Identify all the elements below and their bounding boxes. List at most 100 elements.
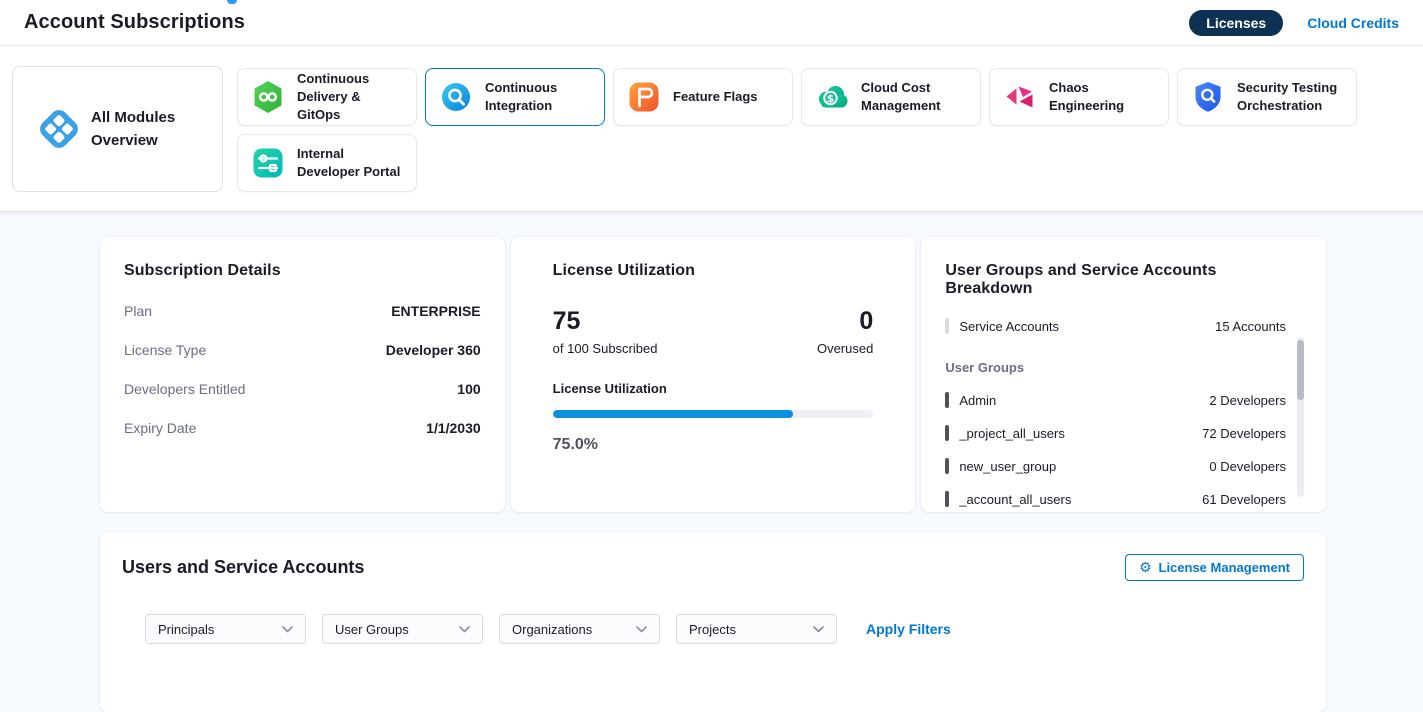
user-groups-heading: User Groups [945, 360, 1302, 375]
feature-flags-icon [626, 79, 662, 115]
user-group-marker [945, 458, 949, 474]
used-count: 75 [553, 308, 658, 336]
chevron-down-icon [813, 626, 824, 633]
license-utilization-card: License Utilization 75 of 100 Subscribed… [511, 237, 916, 512]
chevron-down-icon [636, 626, 647, 633]
users-section-title: Users and Service Accounts [122, 557, 364, 578]
utilization-percent: 75.0% [553, 436, 874, 454]
row-label: Plan [124, 303, 152, 319]
module-label: Security Testing Orchestration [1237, 79, 1346, 115]
module-label: Cloud Cost Management [861, 79, 970, 115]
user-group-marker [945, 425, 949, 441]
module-label: Internal Developer Portal [297, 145, 406, 181]
module-card-chaos-engineering[interactable]: Chaos Engineering [989, 68, 1169, 126]
row-label: Expiry Date [124, 420, 196, 436]
projects-dropdown[interactable]: Projects [676, 614, 837, 644]
filters-row: Principals User Groups Organizations Pro… [145, 614, 1304, 644]
user-group-value: 2 Developers [1209, 393, 1286, 408]
principals-dropdown[interactable]: Principals [145, 614, 306, 644]
subscription-row-expiry-date: Expiry Date 1/1/2030 [124, 420, 481, 436]
dropdown-value: Principals [158, 622, 214, 637]
sto-shield-icon [1190, 79, 1226, 115]
all-modules-overview-label: All Modules Overview [91, 106, 187, 153]
module-card-cd-gitops[interactable]: Continuous Delivery & GitOps [237, 68, 417, 126]
service-accounts-row: Service Accounts 15 Accounts [945, 318, 1302, 334]
idp-icon [250, 145, 286, 181]
user-group-row: Admin 2 Developers [945, 392, 1302, 408]
user-group-marker [945, 392, 949, 408]
breakdown-title: User Groups and Service Accounts Breakdo… [945, 262, 1302, 298]
gear-icon: ⚙ [1139, 561, 1152, 575]
chevron-down-icon [282, 626, 293, 633]
ci-icon [438, 79, 474, 115]
dropdown-value: Projects [689, 622, 736, 637]
module-card-continuous-integration[interactable]: Continuous Integration [425, 68, 605, 126]
overused-block: 0 Overused [817, 308, 873, 356]
subscription-details-card: Subscription Details Plan ENTERPRISE Lic… [100, 237, 505, 512]
summary-cards-row: Subscription Details Plan ENTERPRISE Lic… [100, 237, 1326, 512]
breakdown-scrollbar-track[interactable] [1297, 337, 1304, 497]
module-card-internal-developer-portal[interactable]: Internal Developer Portal [237, 134, 417, 192]
row-value: Developer 360 [386, 342, 481, 358]
overused-count: 0 [817, 308, 873, 336]
user-group-name: _project_all_users [959, 426, 1065, 441]
used-licenses-block: 75 of 100 Subscribed [553, 308, 658, 356]
page-header: Account Subscriptions Licenses Cloud Cre… [0, 0, 1423, 46]
user-group-row: _project_all_users 72 Developers [945, 425, 1302, 441]
dropdown-value: Organizations [512, 622, 592, 637]
all-modules-icon [35, 105, 83, 153]
row-value: 100 [457, 381, 480, 397]
user-group-value: 0 Developers [1209, 459, 1286, 474]
module-label: Feature Flags [673, 88, 758, 106]
module-label: Continuous Delivery & GitOps [297, 70, 406, 124]
module-grid: Continuous Delivery & GitOps Continuous … [237, 68, 1359, 192]
apply-filters-link[interactable]: Apply Filters [866, 621, 951, 637]
dropdown-value: User Groups [335, 622, 409, 637]
module-card-cloud-cost[interactable]: $ Cloud Cost Management [801, 68, 981, 126]
page-title: Account Subscriptions [24, 11, 245, 34]
row-value: 1/1/2030 [426, 420, 481, 436]
module-label: Continuous Integration [485, 79, 594, 115]
subscription-row-developers-entitled: Developers Entitled 100 [124, 381, 481, 397]
user-group-row: _account_all_users 61 Developers [945, 491, 1302, 507]
breakdown-card: User Groups and Service Accounts Breakdo… [921, 237, 1326, 512]
cd-gitops-icon [250, 79, 286, 115]
service-accounts-label: Service Accounts [959, 319, 1059, 334]
user-group-row: new_user_group 0 Developers [945, 458, 1302, 474]
service-accounts-marker [945, 318, 949, 334]
cloud-credits-tab[interactable]: Cloud Credits [1307, 15, 1399, 31]
license-utilization-title: License Utilization [553, 262, 874, 280]
user-groups-list: Admin 2 Developers _project_all_users 72… [945, 392, 1302, 507]
chevron-down-icon [459, 626, 470, 633]
module-card-security-testing[interactable]: Security Testing Orchestration [1177, 68, 1357, 126]
user-group-name: new_user_group [959, 459, 1056, 474]
license-management-label: License Management [1159, 560, 1291, 575]
subscription-row-plan: Plan ENTERPRISE [124, 303, 481, 319]
utilization-bar-label: License Utilization [553, 381, 874, 396]
used-caption: of 100 Subscribed [553, 341, 658, 356]
user-group-marker [945, 491, 949, 507]
row-value: ENTERPRISE [391, 303, 480, 319]
users-and-service-accounts-section: Users and Service Accounts ⚙ License Man… [100, 532, 1326, 712]
cloud-cost-icon: $ [814, 79, 850, 115]
user-group-name: Admin [959, 393, 996, 408]
row-label: License Type [124, 342, 206, 358]
chaos-icon [1002, 79, 1038, 115]
user-group-value: 61 Developers [1202, 492, 1286, 507]
all-modules-overview-card[interactable]: All Modules Overview [12, 66, 223, 192]
license-management-button[interactable]: ⚙ License Management [1125, 554, 1304, 581]
service-accounts-value: 15 Accounts [1215, 319, 1286, 334]
module-label: Chaos Engineering [1049, 79, 1158, 115]
breakdown-scrollbar-thumb[interactable] [1297, 340, 1304, 400]
module-card-feature-flags[interactable]: Feature Flags [613, 68, 793, 126]
modules-band: All Modules Overview Continuous Delivery… [0, 46, 1423, 212]
subscription-row-license-type: License Type Developer 360 [124, 342, 481, 358]
utilization-progress-fill [553, 410, 794, 418]
organizations-dropdown[interactable]: Organizations [499, 614, 660, 644]
user-group-name: _account_all_users [959, 492, 1071, 507]
row-label: Developers Entitled [124, 381, 245, 397]
user-groups-dropdown[interactable]: User Groups [322, 614, 483, 644]
utilization-progress-track [553, 410, 874, 418]
licenses-tab[interactable]: Licenses [1189, 10, 1283, 36]
svg-text:$: $ [827, 92, 835, 105]
